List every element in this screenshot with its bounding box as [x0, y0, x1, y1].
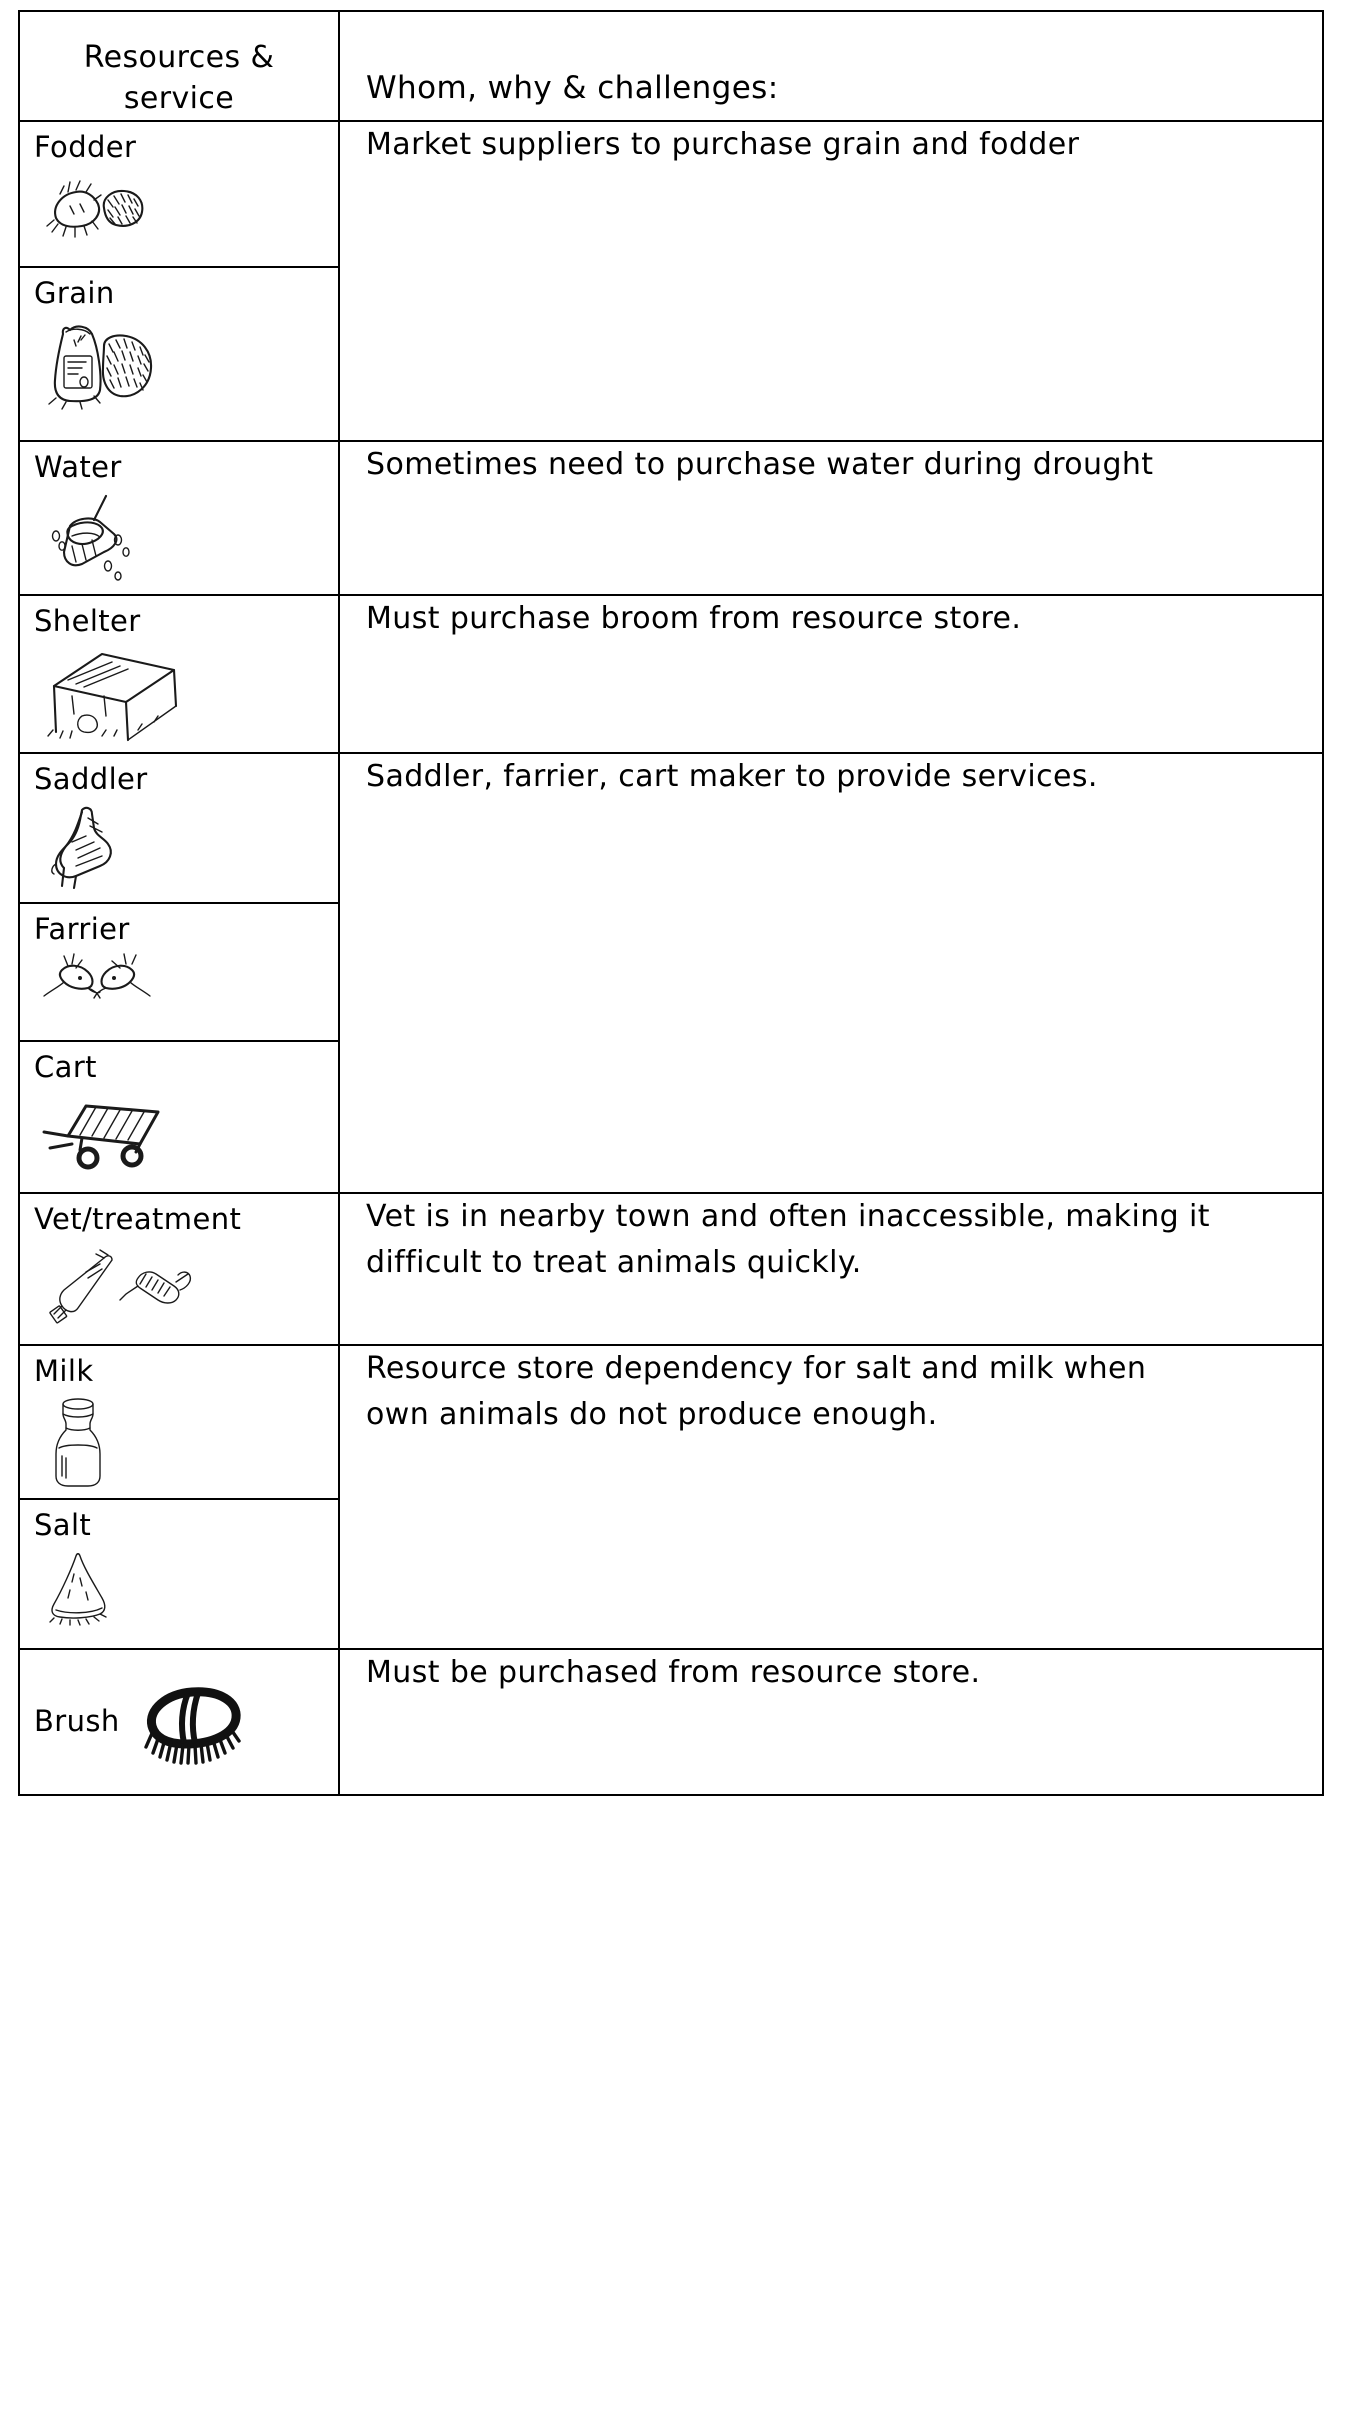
table-row-saddler: Saddler Saddler, farrier, cart maker to … [18, 751, 1324, 1194]
column-header-resources: Resources & service [83, 40, 275, 116]
row-label-water: Water [34, 450, 122, 484]
medicine-syringe-icon [20, 1236, 338, 1332]
description-saddler-farrier-cart: Saddler, farrier, cart maker to provide … [366, 758, 1098, 794]
cart-icon [20, 1084, 338, 1182]
description-cell-vet: Vet is in nearby town and often inaccess… [338, 1191, 1324, 1346]
description-cell-milk-salt: Resource store dependency for salt and m… [338, 1343, 1324, 1650]
row-label-vet: Vet/treatment [34, 1201, 242, 1236]
row-label-salt: Salt [34, 1507, 92, 1542]
hay-bundle-icon [20, 164, 338, 250]
description-vet: Vet is in nearby town and often inaccess… [366, 1198, 1210, 1281]
description-cell-water: Sometimes need to purchase water during … [338, 440, 1324, 596]
column-header-challenges: Whom, why & challenges: [366, 70, 779, 106]
description-shelter: Must purchase broom from resource store. [366, 600, 1022, 636]
table-header-row: Resources & service Whom, why & challeng… [18, 10, 1324, 122]
table-row-brush: Brush Must be purchased from resource st… [18, 1647, 1324, 1796]
milk-bottle-icon [20, 1388, 338, 1498]
table-row-vet: Vet/treatment Vet is in nearby town and … [18, 1191, 1324, 1346]
row-label-shelter: Shelter [34, 603, 141, 638]
water-bucket-icon [20, 484, 338, 594]
row-label-fodder: Fodder [34, 130, 137, 164]
row-label-milk: Milk [34, 1353, 94, 1388]
table-row-water: Water Sometimes need to purchase water d… [18, 440, 1324, 596]
saddle-icon [20, 796, 338, 896]
row-label-saddler: Saddler [34, 761, 148, 796]
description-water: Sometimes need to purchase water during … [366, 447, 1154, 482]
description-milk-salt: Resource store dependency for salt and m… [366, 1350, 1147, 1433]
row-label-brush: Brush [34, 1703, 120, 1738]
row-label-cart: Cart [34, 1049, 97, 1084]
table-row-shelter: Shelter Must purchase broom from resourc… [18, 593, 1324, 754]
table-row-fodder: Fodder Market suppliers to purchase grai… [18, 120, 1324, 442]
grain-sack-icon [20, 310, 338, 420]
hoof-icon [20, 946, 338, 1028]
description-fodder-grain: Market suppliers to purchase grain and f… [366, 127, 1080, 162]
description-cell-shelter: Must purchase broom from resource store. [338, 593, 1324, 754]
shed-icon [20, 638, 338, 752]
salt-pile-icon [20, 1542, 338, 1634]
description-cell-saddler-farrier-cart: Saddler, farrier, cart maker to provide … [338, 751, 1324, 1194]
description-cell-fodder-grain: Market suppliers to purchase grain and f… [338, 120, 1324, 442]
description-cell-brush: Must be purchased from resource store. [338, 1647, 1324, 1796]
row-label-grain: Grain [34, 276, 115, 310]
row-label-farrier: Farrier [34, 911, 130, 946]
brush-icon [126, 1676, 254, 1768]
table-row-milk: Milk Resource store dependency for salt … [18, 1343, 1324, 1650]
description-brush: Must be purchased from resource store. [366, 1654, 981, 1690]
worksheet-page: Resources & service Whom, why & challeng… [0, 0, 1364, 2430]
resources-services-table: Resources & service Whom, why & challeng… [18, 10, 1324, 1796]
